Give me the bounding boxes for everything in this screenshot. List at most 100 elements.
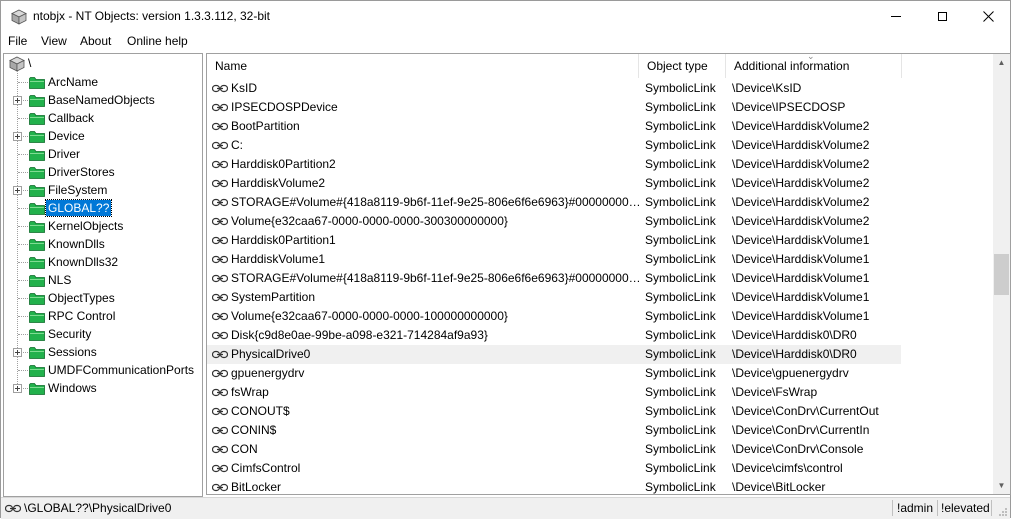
tree-item-label: KernelObjects [48,219,124,233]
list-row[interactable]: KsID SymbolicLink \Device\KsID [207,79,901,98]
symlink-icon [212,122,228,131]
list-row[interactable]: Disk{c9d8e0ae-99be-a098-e321-714284af9a9… [207,326,901,345]
tree-connector-line [18,208,28,209]
menu-online-help[interactable]: Online help [127,34,188,48]
cell-name: PhysicalDrive0 [231,347,311,361]
cell-object-type: SymbolicLink [645,328,716,342]
cell-name: Harddisk0Partition2 [231,157,336,171]
cell-additional-information: \Device\HarddiskVolume1 [732,309,870,323]
cell-name: fsWrap [231,385,269,399]
symlink-icon [212,179,228,188]
list-row[interactable]: Harddisk0Partition2 SymbolicLink \Device\H… [207,155,901,174]
cell-additional-information: \Device\HarddiskVolume1 [732,252,870,266]
cell-object-type: SymbolicLink [645,157,716,171]
list-row[interactable]: BitLocker SymbolicLink \Device\BitLocker [207,478,901,494]
object-list[interactable]: Name Object type Additional information … [206,53,1011,495]
list-row[interactable]: fsWrap SymbolicLink \Device\FsWrap [207,383,901,402]
list-row[interactable]: Volume{e32caa67-0000-0000-0000-100000000… [207,307,901,326]
cell-object-type: SymbolicLink [645,233,716,247]
list-row[interactable]: BootPartition SymbolicLink \Device\Harddis… [207,117,901,136]
list-row[interactable]: HarddiskVolume1 SymbolicLink \Device\Hardd… [207,250,901,269]
column-header-name[interactable]: Name [207,54,639,78]
cell-name: BootPartition [231,119,300,133]
cell-object-type: SymbolicLink [645,290,716,304]
cell-object-type: SymbolicLink [645,347,716,361]
cell-additional-information: \Device\Harddisk0\DR0 [732,347,857,361]
close-button[interactable] [965,1,1011,32]
expand-icon[interactable] [13,384,22,393]
menu-about[interactable]: About [80,34,111,48]
cell-object-type: SymbolicLink [645,309,716,323]
list-row[interactable]: Volume{e32caa67-0000-0000-0000-300300000… [207,212,901,231]
resize-grip-icon[interactable] [998,507,1008,517]
cell-name: KsID [231,81,258,95]
list-row[interactable]: Harddisk0Partition1 SymbolicLink \Device\H… [207,231,901,250]
expand-icon[interactable] [13,132,22,141]
folder-icon [29,329,45,341]
scroll-down-icon[interactable]: ▼ [993,477,1010,494]
cell-name: Harddisk0Partition1 [231,233,336,247]
list-row[interactable]: HarddiskVolume2 SymbolicLink \Device\Hardd… [207,174,901,193]
symlink-icon [212,426,228,435]
list-row[interactable]: C: SymbolicLink \Device\HarddiskVolume2 [207,136,901,155]
maximize-button[interactable] [919,1,965,32]
folder-icon [29,221,45,233]
cell-name: Volume{e32caa67-0000-0000-0000-300300000… [231,214,508,228]
list-row[interactable]: STORAGE#Volume#{418a8119-9b6f-11ef-9e25-… [207,193,901,212]
maximize-icon [937,12,947,21]
cell-object-type: SymbolicLink [645,442,716,456]
folder-icon [29,95,45,107]
list-row[interactable]: CONOUT$ SymbolicLink \Device\ConDrv\Curren… [207,402,901,421]
status-separator [991,500,992,516]
cell-additional-information: \Device\HarddiskVolume1 [732,290,870,304]
tree-connector-line [18,262,28,263]
symlink-icon [212,103,228,112]
menu-bar: File View About Online help [1,32,1010,52]
list-row[interactable]: STORAGE#Volume#{418a8119-9b6f-11ef-9e25-… [207,269,901,288]
menu-file[interactable]: File [8,34,27,48]
minimize-button[interactable] [873,1,919,32]
list-row[interactable]: CONIN$ SymbolicLink \Device\ConDrv\Current… [207,421,901,440]
column-header-object-type[interactable]: Object type [639,54,726,78]
symlink-icon [212,160,228,169]
status-bar: \GLOBAL??\PhysicalDrive0 !admin !elevate… [1,497,1010,519]
expand-icon[interactable] [13,186,22,195]
list-row[interactable]: SystemPartition SymbolicLink \Device\Hardd… [207,288,901,307]
cell-additional-information: \Device\HarddiskVolume2 [732,157,870,171]
scroll-thumb[interactable] [994,254,1009,295]
close-icon [982,11,994,22]
tree-item-label: Windows [48,381,97,395]
folder-icon [29,311,45,323]
symlink-icon [5,504,21,512]
cell-additional-information: \Device\HarddiskVolume2 [732,119,870,133]
menu-view[interactable]: View [41,34,67,48]
cell-additional-information: \Device\cimfs\control [732,461,843,475]
tree-connector-line [18,118,28,119]
cell-additional-information: \Device\HarddiskVolume1 [732,233,870,247]
cell-object-type: SymbolicLink [645,271,716,285]
tree-item-label: RPC Control [48,309,116,323]
list-row[interactable]: PhysicalDrive0 SymbolicLink \Device\Harddi… [207,345,901,364]
list-row[interactable]: CON SymbolicLink \Device\ConDrv\Console [207,440,901,459]
cell-additional-information: \Device\HarddiskVolume2 [732,214,870,228]
cell-additional-information: \Device\Harddisk0\DR0 [732,328,857,342]
scroll-up-icon[interactable]: ▲ [993,54,1010,71]
cell-additional-information: \Device\HarddiskVolume1 [732,271,870,285]
cell-object-type: SymbolicLink [645,214,716,228]
status-admin: !admin [897,501,934,515]
expand-icon[interactable] [13,96,22,105]
symlink-icon [212,483,228,492]
status-separator [892,500,893,516]
vertical-scrollbar[interactable]: ▲ ▼ [993,54,1010,494]
list-row[interactable]: CimfsControl SymbolicLink \Device\cimfs\co… [207,459,901,478]
tree-item-label: ArcName [48,75,99,89]
cell-object-type: SymbolicLink [645,366,716,380]
object-tree[interactable]: \ ArcName BaseNamedObjects Callback Device D… [3,53,203,497]
cell-object-type: SymbolicLink [645,195,716,209]
status-elevated: !elevated [941,501,990,515]
minimize-icon [891,16,901,17]
expand-icon[interactable] [13,348,22,357]
list-row[interactable]: gpuenergydrv SymbolicLink \Device\gpuenerg… [207,364,901,383]
list-row[interactable]: IPSECDOSPDevice SymbolicLink \Device\IPSEC… [207,98,901,117]
symlink-icon [212,274,228,283]
